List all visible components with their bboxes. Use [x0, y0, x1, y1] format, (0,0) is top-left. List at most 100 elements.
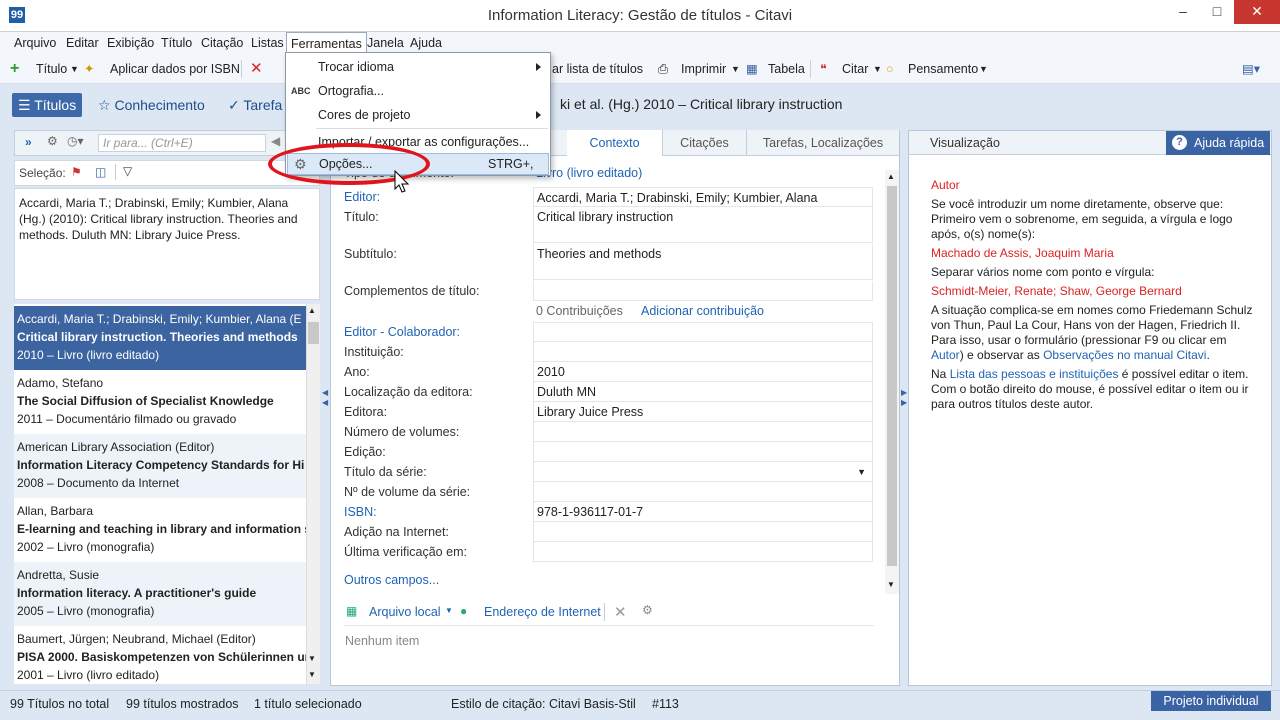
field-serie[interactable]: ▼ [533, 462, 873, 482]
selection-icon[interactable]: ◫ [95, 165, 106, 179]
field-titulo[interactable]: Critical library instruction [533, 207, 873, 243]
projeto-individual-badge[interactable]: Projeto individual [1151, 691, 1271, 711]
pensamento-button[interactable]: Pensamento [908, 60, 978, 78]
menu-exibicao[interactable]: Exibição [103, 32, 158, 54]
tab-contexto[interactable]: Contexto [567, 130, 663, 156]
menu-editar[interactable]: Editar [62, 32, 103, 54]
field-volumes[interactable] [533, 422, 873, 442]
outros-campos-link[interactable]: Outros campos... [344, 570, 439, 590]
list-item[interactable]: Allan, Barbara E-learning and teaching i… [14, 498, 306, 562]
menu-ajuda[interactable]: Ajuda [406, 32, 446, 54]
endereco-internet-button[interactable]: Endereço de Internet [484, 605, 601, 619]
chevron-down-icon[interactable]: ▼ [979, 60, 988, 78]
splitter-right-handle[interactable]: ▶ ▶ [901, 388, 907, 428]
pessoas-link[interactable]: Lista das pessoas e instituições [950, 367, 1119, 381]
list-item[interactable]: American Library Association (Editor) In… [14, 434, 306, 498]
back-icon[interactable]: ◀ [271, 134, 280, 148]
gear-icon[interactable]: ⚙ [642, 603, 653, 617]
add-contribution-link[interactable]: Adicionar contribuição [641, 304, 764, 318]
chevron-down-icon[interactable]: ▼ [857, 462, 866, 482]
menu-item-trocar-idioma[interactable]: Trocar idioma [287, 55, 549, 79]
menu-arquivo[interactable]: Arquivo [10, 32, 60, 54]
field-instituicao[interactable] [533, 342, 873, 362]
chevron-down-icon[interactable]: ▼ [445, 606, 453, 615]
field-editora[interactable]: Library Juice Press [533, 402, 873, 422]
scroll-thumb[interactable] [887, 186, 897, 566]
field-isbn[interactable]: 978-1-936117-01-7 [533, 502, 873, 522]
item-title: PISA 2000. Basiskompetenzen von Schüleri… [17, 650, 306, 664]
field-localizacao[interactable]: Duluth MN [533, 382, 873, 402]
menu-item-label: Trocar idioma [318, 60, 394, 74]
field-adicao[interactable] [533, 522, 873, 542]
scroll-down-icon[interactable]: ▼ [887, 580, 895, 589]
tab-titulos[interactable]: ☰ Títulos [12, 93, 83, 117]
tab-tarefas[interactable]: ✓ Tarefa [222, 93, 288, 117]
scroll-up-icon[interactable]: ▲ [308, 306, 316, 315]
scroll-thumb[interactable] [308, 322, 319, 344]
tab-conhecimento[interactable]: ☆ Conhecimento [92, 93, 211, 117]
export-list-button[interactable]: ar lista de títulos [552, 60, 643, 78]
expand-icon[interactable]: » [25, 135, 32, 149]
field-verificacao[interactable] [533, 542, 873, 562]
splitter-left-handle[interactable]: ◀ ◀ [322, 388, 328, 428]
field-label-isbn[interactable]: ISBN: [344, 502, 377, 522]
list-scrollbar[interactable]: ▲ ▼ ▼ [306, 304, 320, 684]
gear-icon[interactable]: ⚙ [47, 134, 58, 148]
chevron-down-icon[interactable]: ▼ [731, 60, 740, 78]
tab-tarefas-localizacoes[interactable]: Tarefas, Localizações [747, 130, 899, 156]
help-heading: Autor [931, 178, 960, 192]
search-input[interactable]: Ir para... (Ctrl+E) [98, 134, 266, 152]
scroll-up-icon[interactable]: ▲ [887, 172, 895, 181]
list-item[interactable]: Accardi, Maria T.; Drabinski, Emily; Kum… [14, 306, 306, 370]
add-icon: + [10, 60, 20, 77]
scroll-end-icon[interactable]: ▼ [308, 670, 316, 679]
ajuda-rapida-label: Ajuda rápida [1194, 136, 1265, 150]
minimize-icon[interactable]: – [1166, 0, 1200, 24]
autor-link[interactable]: Autor [931, 348, 960, 362]
field-ano[interactable]: 2010 [533, 362, 873, 382]
history-icon[interactable]: ◷▾ [67, 134, 84, 148]
status-estilo[interactable]: Estilo de citação: Citavi Basis-Stil [451, 695, 636, 713]
field-complementos[interactable] [533, 281, 873, 301]
field-label-colaborador[interactable]: Editor - Colaborador: [344, 322, 460, 342]
list-item[interactable]: Baumert, Jürgen; Neubrand, Michael (Edit… [14, 626, 306, 684]
tabela-button[interactable]: Tabela [768, 60, 805, 78]
list-item[interactable]: Andretta, Susie Information literacy. A … [14, 562, 306, 626]
center-scrollbar[interactable]: ▲ ▼ [885, 170, 899, 594]
field-label-editor[interactable]: Editor: [344, 187, 380, 207]
layout-icon[interactable]: ▤▾ [1242, 60, 1260, 78]
arquivo-local-button[interactable]: Arquivo local [369, 605, 441, 619]
field-label-edicao: Edição: [344, 445, 386, 459]
tag-icon[interactable]: ⚑ [71, 165, 82, 179]
field-vol-serie[interactable] [533, 482, 873, 502]
field-editor[interactable]: Accardi, Maria T.; Drabinski, Emily; Kum… [533, 187, 873, 207]
remove-icon[interactable]: ✕ [614, 603, 627, 621]
aplicar-isbn-button[interactable]: Aplicar dados por ISBN [110, 60, 240, 78]
field-colaborador[interactable] [533, 322, 873, 342]
no-items-label: Nenhum item [345, 634, 420, 648]
menu-ferramentas[interactable]: Ferramentas [286, 32, 367, 54]
menu-titulo[interactable]: Título [157, 32, 196, 54]
menu-item-ortografia[interactable]: ABC Ortografia... [287, 79, 549, 103]
chevron-down-icon[interactable]: ▼ [70, 60, 79, 78]
delete-icon[interactable]: ✕ [250, 60, 263, 78]
filter-icon[interactable]: ▽ [123, 164, 132, 178]
field-subtitulo[interactable]: Theories and methods [533, 244, 873, 280]
menu-janela[interactable]: Janela [363, 32, 408, 54]
scroll-down-icon[interactable]: ▼ [308, 654, 316, 663]
list-item[interactable]: Adamo, Stefano The Social Diffusion of S… [14, 370, 306, 434]
maximize-icon[interactable]: □ [1200, 0, 1234, 24]
imprimir-button[interactable]: Imprimir [681, 60, 726, 78]
tab-citacoes[interactable]: Citações [663, 130, 747, 156]
chevron-down-icon[interactable]: ▼ [873, 60, 882, 78]
ajuda-rapida-button[interactable]: ? Ajuda rápida [1166, 131, 1270, 155]
titulo-button[interactable]: Título [36, 60, 67, 78]
manual-link[interactable]: Observações no manual Citavi [1043, 348, 1206, 362]
menu-citacao[interactable]: Citação [197, 32, 247, 54]
citar-button[interactable]: Citar [842, 60, 868, 78]
tipo-value[interactable]: Livro (livro editado) [536, 166, 642, 180]
close-icon[interactable]: ✕ [1234, 0, 1280, 24]
menu-item-cores-projeto[interactable]: Cores de projeto [287, 103, 549, 127]
menu-listas[interactable]: Listas [247, 32, 288, 54]
field-edicao[interactable] [533, 442, 873, 462]
